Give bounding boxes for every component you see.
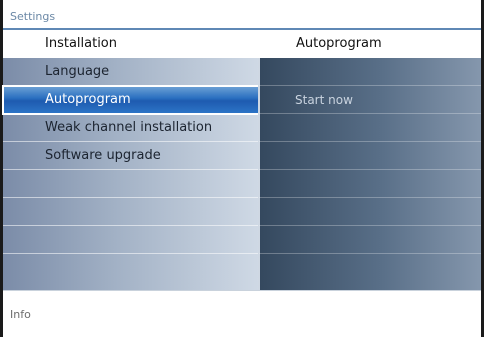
menu-item-software-upgrade[interactable]: Software upgrade: [3, 142, 259, 170]
submenu-item-empty: [259, 226, 481, 254]
submenu-item-empty: [259, 170, 481, 198]
menu-item-weak-channel-installation[interactable]: Weak channel installation: [3, 114, 259, 142]
menu-item-empty: [3, 170, 259, 198]
submenu-item-empty: [259, 198, 481, 226]
installation-menu: Language Autoprogram Weak channel instal…: [2, 58, 260, 282]
menu-item-empty: [3, 226, 259, 254]
info-label: Info: [10, 308, 31, 321]
submenu-item-empty: [259, 254, 481, 282]
menu-item-autoprogram[interactable]: Autoprogram: [2, 85, 260, 115]
submenu-item-start-now[interactable]: Start now: [259, 86, 481, 114]
menu-item-language[interactable]: Language: [3, 58, 259, 86]
screen-title: Settings: [10, 10, 56, 23]
menu-item-empty: [3, 198, 259, 226]
menu-item-label: Autoprogram: [45, 92, 131, 107]
tv-settings-screen: Settings Installation Autoprogram Langua…: [0, 0, 484, 337]
submenu-item-label: Start now: [295, 93, 353, 107]
menu-header: Installation: [45, 36, 118, 51]
menu-item-label: Language: [45, 64, 110, 79]
submenu-item-empty: [259, 142, 481, 170]
submenu-item-empty: [259, 58, 481, 86]
menu-item-empty: [3, 254, 259, 282]
title-divider: [3, 28, 481, 30]
menu-item-label: Weak channel installation: [45, 120, 213, 135]
submenu-item-empty: [259, 114, 481, 142]
autoprogram-options: Start now: [259, 58, 481, 282]
menu-item-label: Software upgrade: [45, 148, 161, 163]
info-divider: [3, 290, 481, 291]
submenu-header: Autoprogram: [296, 36, 382, 51]
